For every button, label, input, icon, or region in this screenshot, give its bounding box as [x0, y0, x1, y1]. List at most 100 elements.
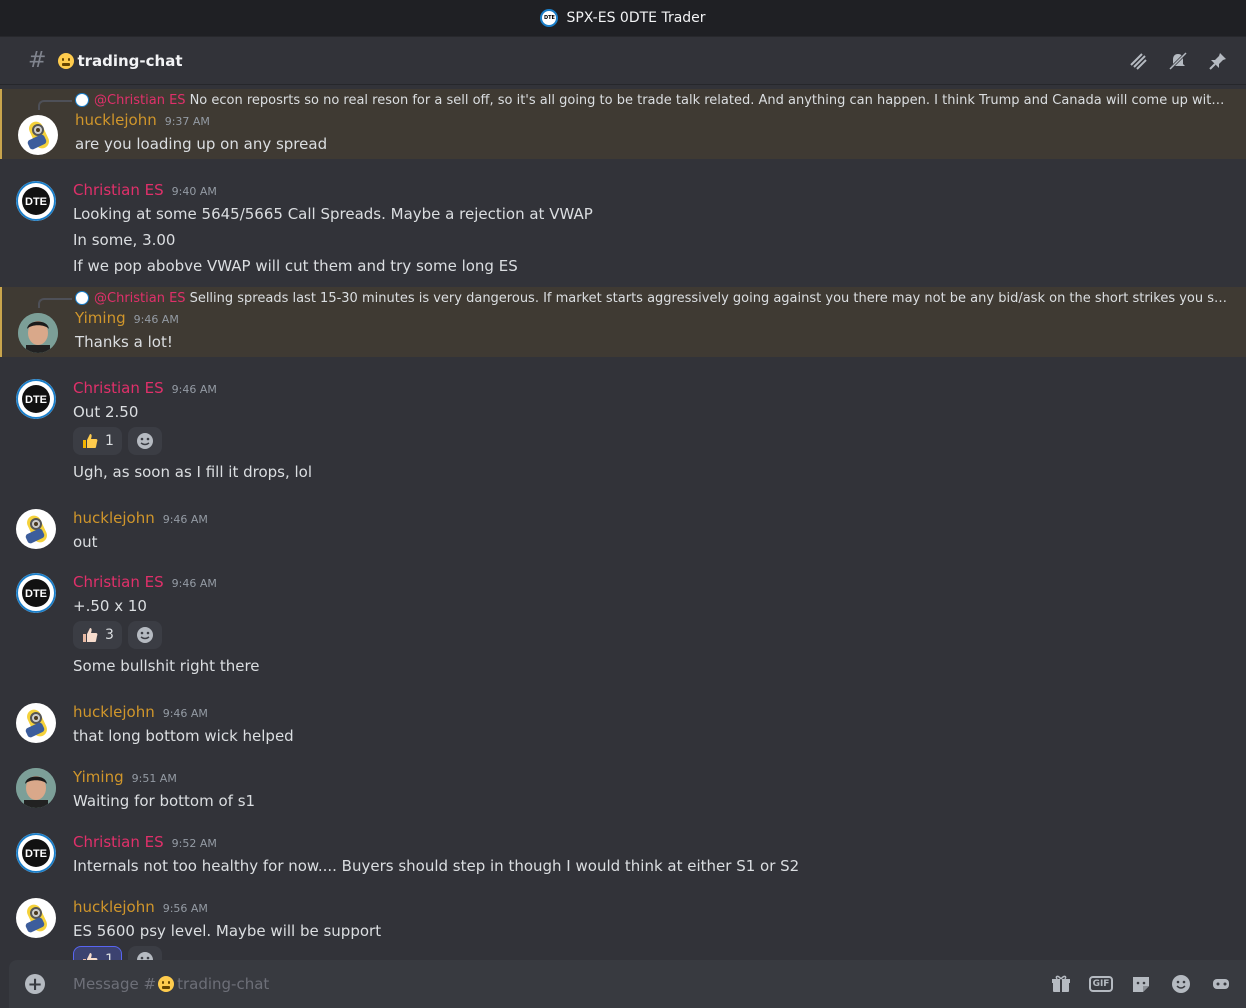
- author-name[interactable]: Christian ES: [73, 573, 164, 591]
- message-text: Waiting for bottom of s1: [73, 792, 256, 810]
- author-line: Christian ES 9:46 AM: [73, 379, 1230, 401]
- avatar[interactable]: DTE: [16, 379, 56, 419]
- composer-toolbar: GIF: [1050, 973, 1232, 995]
- reply-preview[interactable]: @Christian ES Selling spreads last 15-30…: [75, 287, 1230, 309]
- gif-button[interactable]: GIF: [1088, 973, 1114, 995]
- message-text: out: [73, 533, 98, 551]
- author-line: hucklejohn 9:46 AM: [73, 509, 1230, 531]
- svg-text:DTE: DTE: [25, 588, 47, 600]
- channel-name: trading-chat: [77, 51, 183, 70]
- message-item[interactable]: DTE Christian ES 9:52 AM Internals not t…: [0, 833, 1246, 877]
- author-name[interactable]: Christian ES: [73, 181, 164, 199]
- avatar[interactable]: DTE: [16, 573, 56, 613]
- threads-icon[interactable]: [1128, 51, 1148, 71]
- message-text: Internals not too healthy for now.... Bu…: [73, 857, 800, 875]
- message-text: Thanks a lot!: [75, 333, 173, 351]
- header-toolbar: [1128, 51, 1228, 71]
- reply-spine: [38, 298, 72, 308]
- avatar[interactable]: DTE: [16, 181, 56, 221]
- avatar[interactable]: [16, 898, 56, 938]
- apps-icon[interactable]: [1210, 973, 1232, 995]
- thumbs-up-reaction[interactable]: 1: [73, 946, 122, 960]
- author-line: hucklejohn 9:37 AM: [75, 111, 1230, 133]
- avatar[interactable]: [16, 509, 56, 549]
- channel-hash-icon: #: [28, 48, 47, 73]
- server-logo-icon: DTE: [540, 9, 559, 27]
- message-text: Ugh, as soon as I fill it drops, lol: [73, 463, 313, 481]
- reaction-count: 1: [105, 433, 114, 449]
- placeholder-prefix: Message #: [73, 975, 157, 993]
- author-line: hucklejohn 9:56 AM: [73, 898, 1230, 920]
- reply-mention[interactable]: @Christian ES: [94, 291, 186, 306]
- timestamp: 9:46 AM: [133, 313, 179, 326]
- mute-icon[interactable]: [1168, 51, 1188, 71]
- window-titlebar: DTE SPX-ES 0DTE Trader: [0, 0, 1246, 37]
- pin-icon[interactable]: [1208, 51, 1228, 71]
- author-name[interactable]: Yiming: [75, 309, 126, 327]
- message-item[interactable]: DTE Christian ES 9:40 AM Looking at some…: [0, 181, 1246, 275]
- thumbs-up-icon: [83, 628, 98, 642]
- svg-text:DTE: DTE: [25, 196, 47, 208]
- window-title: SPX-ES 0DTE Trader: [566, 10, 706, 26]
- reaction-count: 1: [105, 952, 114, 960]
- reply-avatar: [75, 93, 89, 107]
- author-name[interactable]: Christian ES: [73, 833, 164, 851]
- author-line: Yiming 9:51 AM: [73, 768, 1230, 790]
- author-name[interactable]: Christian ES: [73, 379, 164, 397]
- message-text: In some, 3.00: [73, 231, 176, 249]
- grinning-emoji-icon: [58, 52, 75, 69]
- message-item[interactable]: DTE Christian ES 9:46 AM +.50 x 10 3 Som…: [0, 573, 1246, 681]
- reaction-bar: 1: [73, 946, 1230, 960]
- avatar[interactable]: [16, 703, 56, 743]
- avatar[interactable]: [18, 313, 58, 353]
- avatar[interactable]: DTE: [16, 833, 56, 873]
- message-item[interactable]: Yiming 9:51 AM Waiting for bottom of s1: [0, 768, 1246, 812]
- message-composer[interactable]: + Message # trading-chat GIF: [9, 960, 1246, 1008]
- add-reaction-button[interactable]: [127, 427, 162, 455]
- message-list[interactable]: @Christian ES No econ reposrts so no rea…: [0, 85, 1246, 960]
- message-input[interactable]: Message # trading-chat: [73, 975, 269, 993]
- message-text: Looking at some 5645/5665 Call Spreads. …: [73, 205, 593, 223]
- message-text: that long bottom wick helped: [73, 727, 294, 745]
- add-reaction-button[interactable]: [127, 946, 162, 960]
- sticker-icon[interactable]: [1130, 973, 1152, 995]
- reply-preview[interactable]: @Christian ES No econ reposrts so no rea…: [75, 89, 1230, 111]
- add-reaction-button[interactable]: [127, 621, 162, 649]
- author-line: Christian ES 9:46 AM: [73, 573, 1230, 595]
- avatar[interactable]: [16, 768, 56, 808]
- thumbs-up-reaction[interactable]: 3: [73, 621, 122, 649]
- reply-text: Selling spreads last 15-30 minutes is ve…: [189, 290, 1230, 306]
- timestamp: 9:56 AM: [162, 902, 208, 915]
- timestamp: 9:52 AM: [171, 837, 217, 850]
- reply-text: No econ reposrts so no real reson for a …: [189, 92, 1230, 108]
- thumbs-up-icon: [83, 953, 98, 960]
- gift-icon[interactable]: [1050, 973, 1072, 995]
- smiley-icon: [136, 952, 153, 960]
- message-text: Some bullshit right there: [73, 657, 260, 675]
- author-name[interactable]: Yiming: [73, 768, 124, 786]
- message-item[interactable]: hucklejohn 9:56 AM ES 5600 psy level. Ma…: [0, 898, 1246, 960]
- upload-plus-button[interactable]: +: [25, 974, 45, 995]
- author-line: Christian ES 9:52 AM: [73, 833, 1230, 855]
- svg-text:DTE: DTE: [25, 394, 47, 406]
- author-name[interactable]: hucklejohn: [73, 898, 155, 916]
- avatar[interactable]: [18, 115, 58, 155]
- message-item[interactable]: DTE Christian ES 9:46 AM Out 2.50 1 Ugh,…: [0, 379, 1246, 487]
- message-item[interactable]: @Christian ES No econ reposrts so no rea…: [0, 89, 1246, 159]
- message-item[interactable]: @Christian ES Selling spreads last 15-30…: [0, 287, 1246, 357]
- author-name[interactable]: hucklejohn: [73, 703, 155, 721]
- reaction-count: 3: [105, 627, 114, 643]
- message-item[interactable]: hucklejohn 9:46 AM that long bottom wick…: [0, 703, 1246, 747]
- emoji-icon[interactable]: [1170, 973, 1192, 995]
- author-line: hucklejohn 9:46 AM: [73, 703, 1230, 725]
- author-name[interactable]: hucklejohn: [75, 111, 157, 129]
- reply-mention[interactable]: @Christian ES: [94, 93, 186, 108]
- author-name[interactable]: hucklejohn: [73, 509, 155, 527]
- message-item[interactable]: hucklejohn 9:46 AM out: [0, 509, 1246, 553]
- message-text: +.50 x 10: [73, 597, 147, 615]
- thumbs-up-reaction[interactable]: 1: [73, 427, 122, 455]
- message-text: ES 5600 psy level. Maybe will be support: [73, 922, 382, 940]
- author-line: Christian ES 9:40 AM: [73, 181, 1230, 203]
- placeholder-channel: trading-chat: [177, 975, 270, 993]
- channel-header: # trading-chat: [0, 37, 1246, 85]
